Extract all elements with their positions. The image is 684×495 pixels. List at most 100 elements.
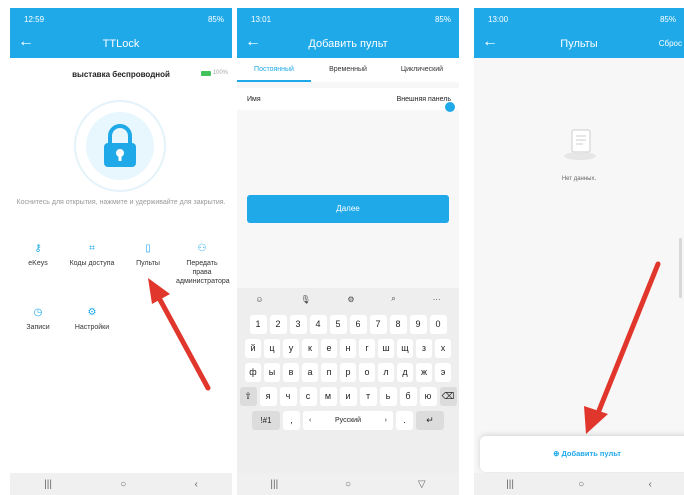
name-field-row: Имя Внешняя панель [237,88,459,112]
recents-icon[interactable]: ||| [44,479,52,490]
key[interactable]: ц [264,339,280,358]
app-bar: ← TTLock [10,30,232,58]
key[interactable]: э [435,363,451,382]
key[interactable]: г [359,339,375,358]
annotation-arrow [584,261,661,434]
menu-passcodes[interactable]: ⌗ Коды доступа [66,244,118,268]
type-tabs: Постоянный Временный Циклический [237,58,459,82]
key[interactable]: 7 [369,315,387,334]
shift-icon[interactable]: ⇧ [239,387,257,406]
menu-remotes[interactable]: ▯ Пульты [122,244,174,268]
key[interactable]: с [299,387,317,406]
menu-ekeys[interactable]: ⚷ eKeys [12,244,64,268]
key[interactable]: о [359,363,375,382]
menu-label: Коды доступа [69,260,115,267]
key[interactable]: у [283,339,299,358]
menu-transfer-admin[interactable]: ⚇ Передать права администратора [176,243,230,286]
key[interactable]: 0 [429,315,447,334]
key[interactable]: ы [264,363,280,382]
key[interactable]: 5 [329,315,347,334]
key[interactable]: ж [416,363,432,382]
menu-settings[interactable]: ⚙ Настройки [66,308,118,332]
key[interactable]: щ [397,339,413,358]
remotes-screen: 13:00 85% ← Пульты Сброс Нет данных. ⊕ Д… [474,8,684,495]
remote-icon: ▯ [145,243,151,254]
text-cursor-handle[interactable] [445,102,455,112]
plus-circle-icon: ⊕ [553,449,560,458]
key[interactable]: л [378,363,394,382]
key[interactable]: 4 [309,315,327,334]
key[interactable]: п [321,363,337,382]
next-button[interactable]: Далее [247,195,449,223]
key[interactable]: ь [379,387,397,406]
key[interactable]: я [259,387,277,406]
status-battery: 85% [207,14,224,24]
home-icon[interactable]: ○ [345,479,351,490]
recents-icon[interactable]: ||| [270,479,278,490]
key[interactable]: й [245,339,261,358]
home-icon[interactable]: ○ [578,479,584,490]
enter-icon[interactable]: ↵ [416,411,444,430]
key[interactable]: н [340,339,356,358]
key[interactable]: р [340,363,356,382]
microphone-icon[interactable]: 🎙 [300,295,310,304]
comma-key[interactable]: , [283,411,300,430]
backspace-icon[interactable]: ⌫ [439,387,457,406]
name-input[interactable]: Внешняя панель [397,96,451,103]
key[interactable]: 3 [289,315,307,334]
menu-records[interactable]: ◷ Записи [12,308,64,332]
back-icon[interactable]: ‹ [649,479,652,490]
lock-screen: 12:59 85% ← TTLock выставка беспроводной… [10,8,232,495]
tab-temporary[interactable]: Временный [311,58,385,82]
reset-button[interactable]: Сброс [659,39,682,48]
key[interactable]: ф [245,363,261,382]
key[interactable]: 6 [349,315,367,334]
back-icon[interactable]: ▽ [418,479,426,490]
key[interactable]: ч [279,387,297,406]
key[interactable]: з [416,339,432,358]
history-icon: ◷ [33,307,43,318]
key[interactable]: 8 [389,315,407,334]
tab-permanent[interactable]: Постоянный [237,58,311,82]
status-bar: 12:59 85% [10,8,232,30]
unlock-button[interactable] [74,100,166,192]
key[interactable]: д [397,363,413,382]
key[interactable]: х [435,339,451,358]
space-label: Русский [335,417,361,424]
key[interactable]: 9 [409,315,427,334]
key[interactable]: б [399,387,417,406]
period-key[interactable]: . [396,411,413,430]
system-nav-bar: ||| ○ ‹ [474,473,684,495]
status-battery: 85% [434,14,451,24]
key[interactable]: а [302,363,318,382]
key[interactable]: и [339,387,357,406]
home-icon[interactable]: ○ [120,479,126,490]
key[interactable]: е [321,339,337,358]
space-key[interactable]: ‹ Русский › [303,411,393,430]
key[interactable]: 2 [269,315,287,334]
key[interactable]: м [319,387,337,406]
scrollbar[interactable] [679,238,682,298]
name-label: Имя [247,95,261,103]
annotation-arrow [148,278,211,391]
keyboard-toolbar: ☺ 🎙 ⚙ ⌕ ··· [237,288,459,310]
transfer-admin-icon: ⚇ [197,243,207,254]
menu-label: Пульты [136,260,160,267]
key[interactable]: к [302,339,318,358]
symbols-key[interactable]: !#1 [252,411,280,430]
battery-icon [200,70,211,76]
key[interactable]: т [359,387,377,406]
system-nav-bar: ||| ○ ‹ [10,473,232,495]
recents-icon[interactable]: ||| [506,479,514,490]
tab-cyclic[interactable]: Циклический [385,58,459,82]
key[interactable]: в [283,363,299,382]
add-remote-button[interactable]: ⊕ Добавить пульт [480,436,684,472]
back-icon[interactable]: ‹ [195,479,198,490]
more-icon[interactable]: ··· [433,295,441,304]
key[interactable]: 1 [249,315,267,334]
search-icon[interactable]: ⌕ [391,294,395,304]
emoji-icon[interactable]: ☺ [255,295,263,304]
key[interactable]: ю [419,387,437,406]
settings-icon[interactable]: ⚙ [347,295,354,304]
key[interactable]: ш [378,339,394,358]
